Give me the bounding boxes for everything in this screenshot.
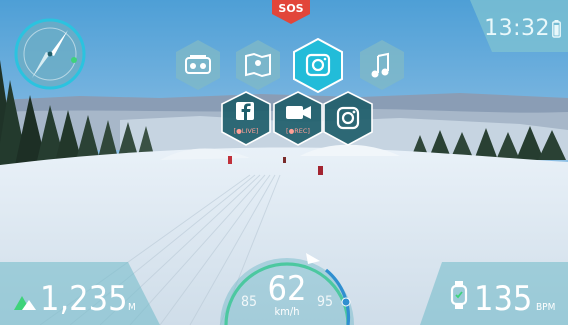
speed-gauge: 62 km/h 85 95 bbox=[220, 253, 354, 325]
speed-unit: km/h bbox=[275, 305, 300, 318]
heart-rate-unit: BPM bbox=[536, 302, 555, 313]
ski-hud-screen: 13:32 SOS [●LIVE] [●REC] 1,235 M 135 BPM… bbox=[0, 0, 568, 325]
altitude-value: 1,235 bbox=[40, 279, 128, 319]
speed-value: 62 bbox=[268, 269, 307, 309]
app-menu-bottom-row: [●LIVE] [●REC] bbox=[221, 91, 373, 146]
video-rec-label: [●REC] bbox=[286, 127, 310, 135]
menu-radio-button[interactable] bbox=[176, 40, 220, 90]
altitude-unit: M bbox=[128, 302, 136, 313]
menu-instagram-button[interactable] bbox=[323, 91, 373, 146]
video-camera-icon bbox=[286, 106, 311, 119]
speed-pointer-icon bbox=[306, 253, 320, 264]
heart-rate-value: 135 bbox=[474, 279, 532, 319]
menu-map-button[interactable] bbox=[236, 40, 280, 90]
menu-facebook-live-button[interactable]: [●LIVE] bbox=[221, 91, 271, 146]
clock-time: 13:32 bbox=[484, 16, 550, 41]
speed-right-value: 95 bbox=[317, 294, 333, 310]
sos-button[interactable]: SOS bbox=[272, 0, 310, 24]
facebook-live-label: [●LIVE] bbox=[234, 127, 259, 135]
menu-camera-button[interactable] bbox=[293, 38, 343, 94]
heart-rate-panel: 135 BPM bbox=[420, 262, 568, 325]
altitude-panel: 1,235 M bbox=[0, 262, 160, 325]
sos-label: SOS bbox=[278, 2, 303, 15]
speed-left-value: 85 bbox=[241, 294, 257, 310]
battery-icon bbox=[552, 20, 561, 38]
compass-widget bbox=[14, 18, 86, 90]
menu-video-rec-button[interactable]: [●REC] bbox=[273, 91, 323, 146]
facebook-icon bbox=[236, 102, 254, 120]
menu-music-button[interactable] bbox=[360, 40, 404, 90]
app-menu-top-row bbox=[176, 38, 404, 94]
